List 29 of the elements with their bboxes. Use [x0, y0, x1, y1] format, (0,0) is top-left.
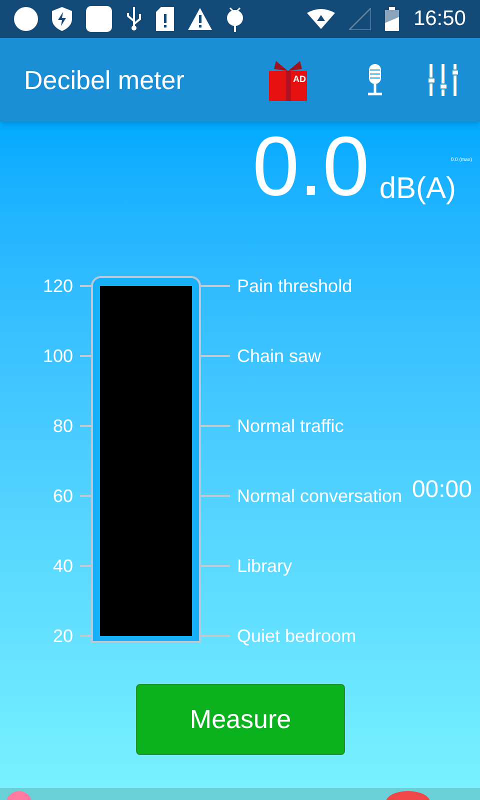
- scale-value: 40: [52, 554, 73, 578]
- timer: 00:00: [412, 478, 472, 502]
- measure-button[interactable]: Measure: [136, 684, 345, 755]
- shield-icon: [52, 7, 72, 31]
- circle-icon: [14, 7, 38, 31]
- square-icon: [86, 6, 112, 32]
- scale-value: 120: [42, 274, 73, 298]
- wifi-icon: [307, 9, 336, 29]
- sd-card-icon: [156, 7, 174, 31]
- scale-label: Normal traffic: [237, 414, 344, 438]
- battery-icon: [385, 7, 400, 31]
- scale-value: 100: [42, 344, 73, 368]
- scale-label: Pain threshold: [237, 274, 352, 298]
- scale-label: Chain saw: [237, 344, 322, 368]
- usb-icon: [126, 7, 142, 31]
- equalizer-icon[interactable]: [428, 64, 458, 96]
- app-title: Decibel meter: [24, 64, 186, 96]
- scale-label: Normal conversation: [237, 484, 402, 508]
- unit-label: dB(A): [379, 174, 456, 204]
- scale-value: 20: [52, 624, 73, 648]
- scale-value: 80: [52, 414, 73, 438]
- scale-label: Library: [237, 554, 292, 578]
- scale-value: 60: [52, 484, 73, 508]
- warning-icon: [188, 8, 212, 30]
- signal-icon: [349, 8, 372, 30]
- clock: 16:50: [413, 6, 466, 32]
- android-icon: [226, 6, 244, 32]
- decibel-reading: 0.0: [252, 124, 370, 208]
- scale-label: Quiet bedroom: [237, 624, 356, 648]
